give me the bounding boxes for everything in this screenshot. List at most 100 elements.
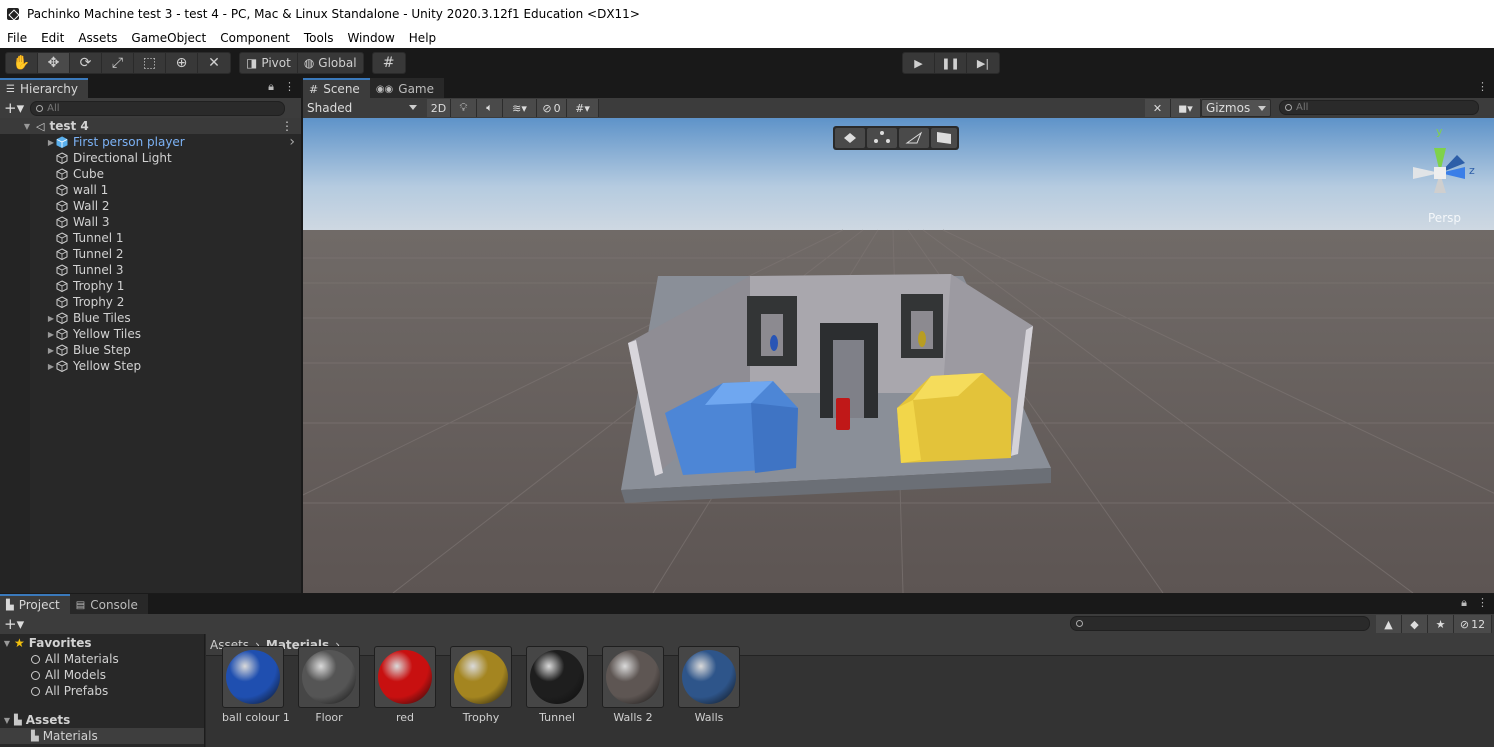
expand-arrow-icon[interactable]: ▶ xyxy=(46,330,56,339)
menu-help[interactable]: Help xyxy=(402,31,443,45)
material-asset[interactable]: Trophy xyxy=(450,646,512,724)
hierarchy-item[interactable]: Wall 2 xyxy=(0,198,301,214)
persp-label[interactable]: Persp xyxy=(1428,211,1461,225)
tab-hierarchy[interactable]: ☰ Hierarchy xyxy=(0,78,88,98)
hierarchy-items: ▶ First person player › Directional Light Cu… xyxy=(0,134,301,374)
menu-component[interactable]: Component xyxy=(213,31,297,45)
scene-root-row[interactable]: ▼ ◁ test 4 ⋮ xyxy=(0,118,301,134)
gameobject-cube-icon xyxy=(56,344,68,356)
menu-gameobject[interactable]: GameObject xyxy=(124,31,213,45)
lighting-icon[interactable]: 💡︎ xyxy=(451,99,477,117)
expand-arrow-icon[interactable]: ▶ xyxy=(46,346,56,355)
hierarchy-item[interactable]: Trophy 2 xyxy=(0,294,301,310)
hierarchy-item[interactable]: wall 1 xyxy=(0,182,301,198)
tools-icon[interactable]: ✕ xyxy=(1145,99,1171,117)
add-icon[interactable]: +▾ xyxy=(4,615,24,633)
hierarchy-item-label: Wall 3 xyxy=(73,215,110,229)
material-asset[interactable]: red xyxy=(374,646,436,724)
rotate-tool-icon[interactable]: ⟳ xyxy=(70,53,102,73)
scene-search-input[interactable]: All xyxy=(1279,100,1479,115)
star-icon[interactable]: ★ xyxy=(1428,615,1454,633)
tab-game[interactable]: ◉◉ Game xyxy=(369,78,444,98)
lock-icon[interactable]: 🔒︎ xyxy=(1461,596,1467,610)
scene-overlay-toolbar[interactable] xyxy=(833,126,959,150)
favorite-all-materials[interactable]: All Materials xyxy=(0,651,204,667)
list-icon: ☰ xyxy=(6,83,15,95)
lock-icon[interactable]: 🔒︎ xyxy=(268,80,274,94)
favorite-all-prefabs[interactable]: All Prefabs xyxy=(0,683,204,699)
pause-icon[interactable]: ❚❚ xyxy=(935,53,967,73)
tab-scene[interactable]: # Scene xyxy=(303,78,370,98)
scene-kebab-icon[interactable]: ⋮ xyxy=(1477,80,1488,93)
shading-mode-dropdown[interactable]: Shaded xyxy=(303,99,421,117)
play-icon[interactable]: ▶ xyxy=(903,53,935,73)
step-icon[interactable]: ▶| xyxy=(967,53,999,73)
favorites-header[interactable]: ▼ ★ Favorites xyxy=(0,635,204,651)
menu-edit[interactable]: Edit xyxy=(34,31,71,45)
hidden-packages-button[interactable]: ⊘ 12 xyxy=(1454,615,1492,633)
material-asset[interactable]: Walls 2 xyxy=(602,646,664,724)
project-panel-tools: 🔒︎ ⋮ xyxy=(1461,596,1488,610)
hierarchy-item[interactable]: Tunnel 3 xyxy=(0,262,301,278)
favorite-all-models[interactable]: All Models xyxy=(0,667,204,683)
expand-arrow-icon[interactable]: ▶ xyxy=(46,362,56,371)
hierarchy-item[interactable]: Cube xyxy=(0,166,301,182)
hand-tool-icon[interactable]: ✋ xyxy=(6,53,38,73)
expand-arrow-icon[interactable]: ▶ xyxy=(46,314,56,323)
expand-arrow-icon[interactable]: ▼ xyxy=(0,122,32,131)
hierarchy-item[interactable]: ▶ Blue Step xyxy=(0,342,301,358)
effects-icon[interactable]: ≋▾ xyxy=(503,99,537,117)
grid-snap-icon[interactable]: # xyxy=(373,53,405,73)
hierarchy-item[interactable]: Tunnel 1 xyxy=(0,230,301,246)
expand-arrow-icon[interactable]: ▼ xyxy=(0,716,14,725)
kebab-menu-icon[interactable]: ⋮ xyxy=(1477,596,1488,610)
hierarchy-item[interactable]: Directional Light xyxy=(0,150,301,166)
menu-file[interactable]: File xyxy=(0,31,34,45)
menu-tools[interactable]: Tools xyxy=(297,31,341,45)
add-icon[interactable]: +▾ xyxy=(4,99,24,117)
global-button[interactable]: ◍ Global xyxy=(298,53,363,73)
kebab-menu-icon[interactable]: ⋮ xyxy=(284,80,295,94)
material-thumbnail xyxy=(222,646,284,708)
material-asset[interactable]: Walls xyxy=(678,646,740,724)
move-tool-icon[interactable]: ✥ xyxy=(38,53,70,73)
hierarchy-item[interactable]: ▶ Yellow Step xyxy=(0,358,301,374)
menu-window[interactable]: Window xyxy=(340,31,401,45)
label-tag-icon[interactable]: ◆ xyxy=(1402,615,1428,633)
chevron-right-icon[interactable]: › xyxy=(289,134,295,150)
expand-arrow-icon[interactable]: ▼ xyxy=(0,639,14,648)
hierarchy-item[interactable]: Trophy 1 xyxy=(0,278,301,294)
rect-tool-icon[interactable]: ⬚ xyxy=(134,53,166,73)
assets-folder[interactable]: ▼ ▙ Assets xyxy=(0,712,204,728)
pivot-button[interactable]: ◨ Pivot xyxy=(240,53,298,73)
materials-folder[interactable]: ▙ Materials xyxy=(0,728,204,744)
tab-console[interactable]: ▤ Console xyxy=(69,594,148,614)
camera-icon[interactable]: ◼▾ xyxy=(1171,99,1201,117)
custom-tool-icon[interactable]: ✕ xyxy=(198,53,230,73)
project-search-input[interactable] xyxy=(1070,616,1370,631)
hierarchy-item[interactable]: ▶ Blue Tiles xyxy=(0,310,301,326)
material-asset[interactable]: Tunnel xyxy=(526,646,588,724)
grid-toggle-icon[interactable]: #▾ xyxy=(567,99,599,117)
hierarchy-item[interactable]: Wall 3 xyxy=(0,214,301,230)
scene-kebab-icon[interactable]: ⋮ xyxy=(281,119,293,133)
material-asset[interactable]: Floor xyxy=(298,646,360,724)
hidden-objects-button[interactable]: ⊘ 0 xyxy=(537,99,567,117)
hierarchy-item[interactable]: Tunnel 2 xyxy=(0,246,301,262)
scene-viewport[interactable]: y z Persp xyxy=(303,118,1494,593)
gizmos-dropdown[interactable]: Gizmos xyxy=(1201,99,1271,117)
hierarchy-search-input[interactable]: All xyxy=(30,100,286,116)
filter-type-icon[interactable]: ▲ xyxy=(1376,615,1402,633)
scene-render[interactable] xyxy=(303,118,1494,593)
scale-tool-icon[interactable]: ⤢ xyxy=(102,53,134,73)
material-asset[interactable]: ball colour 1 xyxy=(222,646,290,724)
audio-icon[interactable]: 🔈︎ xyxy=(477,99,503,117)
expand-arrow-icon[interactable]: ▶ xyxy=(46,138,56,147)
hierarchy-item[interactable]: ▶ First person player › xyxy=(0,134,301,150)
menu-assets[interactable]: Assets xyxy=(71,31,124,45)
transform-tool-icon[interactable]: ⊕ xyxy=(166,53,198,73)
toggle-2d-button[interactable]: 2D xyxy=(427,99,451,117)
hierarchy-item[interactable]: ▶ Yellow Tiles xyxy=(0,326,301,342)
unity-logo-icon xyxy=(7,7,19,20)
tab-project[interactable]: ▙ Project xyxy=(0,594,70,614)
